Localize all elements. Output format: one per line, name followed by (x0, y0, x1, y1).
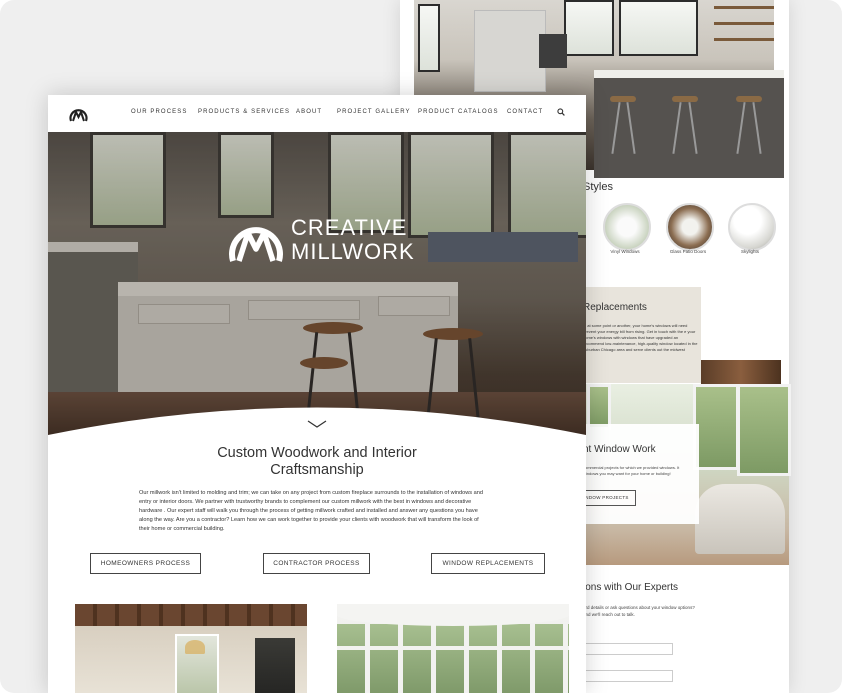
brand-line-2: MILLWORK (291, 239, 415, 264)
nav-our-process[interactable]: OUR PROCESS (131, 109, 187, 115)
experts-heading: ions with Our Experts (583, 582, 679, 593)
window-work-text: commercial projects for which we provide… (583, 465, 680, 476)
mockup-stage: Styles Vinyl Windows Glass Patio Doors S… (0, 0, 842, 693)
nav-about[interactable]: ABOUT (296, 109, 322, 115)
intro-paragraph: Our millwork isn't limited to molding an… (139, 490, 483, 533)
homeowners-process-button[interactable]: HOMEOWNERS PROCESS (90, 553, 201, 574)
contact-field[interactable] (583, 643, 673, 655)
wood-texture (701, 360, 781, 384)
contact-field[interactable] (583, 670, 673, 682)
chevron-down-icon[interactable] (306, 419, 328, 429)
style-glass-patio-doors-image[interactable] (666, 203, 714, 251)
replacements-text: s, at some point or another, your home's… (583, 323, 698, 352)
window-work-heading: nt Window Work (583, 444, 656, 455)
page-title: Custom Woodwork and Interior Craftsmansh… (48, 445, 586, 479)
top-nav: OUR PROCESS PRODUCTS & SERVICES ABOUT PR… (48, 95, 586, 132)
search-icon[interactable] (557, 108, 565, 116)
window-replacements-button[interactable]: WINDOW REPLACEMENTS (431, 553, 545, 574)
brand-wordmark: CREATIVE MILLWORK (291, 216, 415, 264)
front-page: OUR PROCESS PRODUCTS & SERVICES ABOUT PR… (48, 95, 586, 693)
nav-project-gallery[interactable]: PROJECT GALLERY (337, 109, 411, 115)
nav-product-catalogs[interactable]: PRODUCT CATALOGS (418, 109, 499, 115)
experts-text: ard details or ask questions about your … (583, 605, 695, 617)
style-vinyl-windows-label[interactable]: Vinyl Windows (595, 249, 655, 254)
nav-products-services[interactable]: PRODUCTS & SERVICES (198, 109, 290, 115)
nav-contact[interactable]: CONTACT (507, 109, 543, 115)
style-vinyl-windows-image[interactable] (603, 203, 651, 251)
window-projects-button[interactable]: NDOW PROJECTS (578, 490, 636, 506)
style-skylights-image[interactable] (728, 203, 776, 251)
gallery-photo-dining[interactable] (75, 604, 307, 693)
hero-image: CREATIVE MILLWORK (48, 132, 586, 435)
creative-millwork-logo-icon (229, 227, 283, 262)
title-line-1: Custom Woodwork and Interior (217, 445, 417, 461)
style-skylights-label[interactable]: Skylights (720, 249, 780, 254)
styles-heading: Styles (583, 181, 613, 193)
style-glass-patio-doors-label[interactable]: Glass Patio Doors (658, 249, 718, 254)
replacements-heading: Replacements (583, 302, 647, 313)
contractor-process-button[interactable]: CONTRACTOR PROCESS (263, 553, 370, 574)
gallery-photo-windows[interactable] (337, 604, 569, 693)
brand-line-1: CREATIVE (291, 215, 408, 240)
title-line-2: Craftsmanship (270, 462, 364, 478)
creative-millwork-logo-icon[interactable] (68, 103, 89, 124)
